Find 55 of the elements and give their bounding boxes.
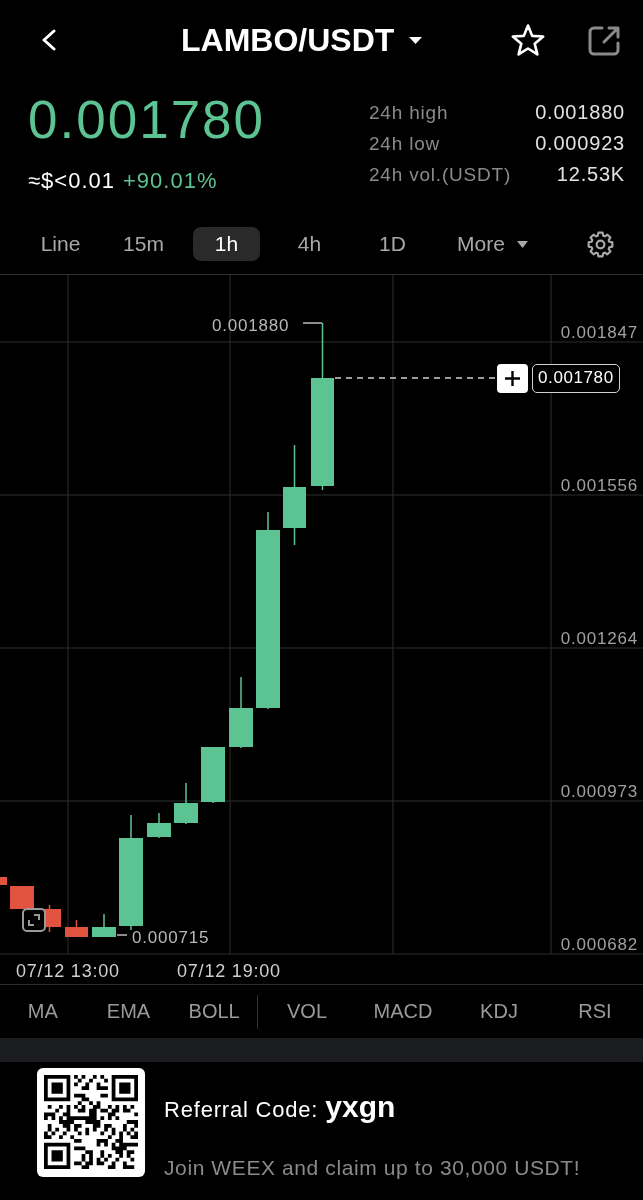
- fullscreen-icon[interactable]: [22, 908, 46, 932]
- price-axis-label: 0.000682: [560, 934, 638, 955]
- interval-tab[interactable]: 1h: [193, 227, 260, 261]
- settings-icon[interactable]: [587, 230, 614, 258]
- candlestick: [10, 886, 34, 909]
- price-axis-label: 0.001556: [560, 475, 638, 496]
- share-icon[interactable]: [588, 24, 621, 56]
- more-dropdown[interactable]: More: [457, 227, 528, 261]
- last-price: 0.001780: [28, 90, 266, 150]
- candlestick: [201, 747, 225, 803]
- star-icon[interactable]: [510, 23, 546, 57]
- indicator-tab[interactable]: MACD: [355, 991, 451, 1032]
- price-axis-label: 0.000973: [560, 781, 638, 802]
- plus-icon: [505, 371, 520, 386]
- add-button[interactable]: [497, 364, 528, 393]
- candlestick: [0, 877, 7, 885]
- high-price-label: 0.001880: [212, 316, 290, 336]
- price-axis-label: 0.001264: [560, 628, 638, 649]
- caret-icon: [516, 240, 528, 248]
- pair-selector[interactable]: LAMBO/USDT: [181, 20, 423, 60]
- interval-tab[interactable]: 15m: [110, 227, 177, 261]
- stat-label: 24h high: [369, 101, 450, 125]
- candlestick: [92, 914, 116, 937]
- stat-value: 0.000923: [535, 131, 625, 156]
- interval-tab[interactable]: 4h: [276, 227, 343, 261]
- stat-value: 0.001880: [535, 100, 625, 125]
- indicator-tab[interactable]: VOL: [259, 991, 355, 1032]
- indicator-tab[interactable]: KDJ: [451, 991, 547, 1032]
- candlestick: [174, 783, 198, 824]
- low-price-label: 0.000715: [132, 928, 210, 948]
- candlestick: [65, 920, 88, 937]
- caret-icon: [409, 36, 423, 44]
- price-change: +90.01%: [123, 168, 218, 194]
- indicator-tab[interactable]: BOLL: [171, 991, 257, 1032]
- indicator-tab[interactable]: RSI: [547, 991, 643, 1032]
- back-icon[interactable]: [41, 29, 57, 51]
- indicator-tab[interactable]: EMA: [85, 991, 172, 1032]
- leader-line: [302, 322, 323, 324]
- stat-label: 24h vol.(USDT): [369, 163, 512, 187]
- indicator-tab[interactable]: MA: [0, 991, 86, 1032]
- price-axis-label: 0.001847: [560, 322, 638, 343]
- leader-line: [116, 934, 128, 936]
- interval-tab[interactable]: 1D: [359, 227, 426, 261]
- referral-label: Referral Code:: [164, 1096, 319, 1124]
- last-price-tag: 0.001780: [532, 364, 620, 393]
- candlestick: [147, 813, 171, 838]
- candlestick: [229, 677, 253, 748]
- time-axis-label: 07/12 13:00: [16, 961, 120, 981]
- stat-value: 12.53K: [555, 162, 625, 187]
- referral-code: yxgn: [325, 1090, 396, 1124]
- stat-label: 24h low: [369, 132, 442, 156]
- usd-value: ≈$<0.01: [28, 168, 115, 194]
- referral-message: Join WEEX and claim up to 30,000 USDT!: [164, 1155, 581, 1181]
- time-axis-label: 07/12 19:00: [177, 961, 281, 981]
- interval-tab[interactable]: Line: [27, 227, 94, 261]
